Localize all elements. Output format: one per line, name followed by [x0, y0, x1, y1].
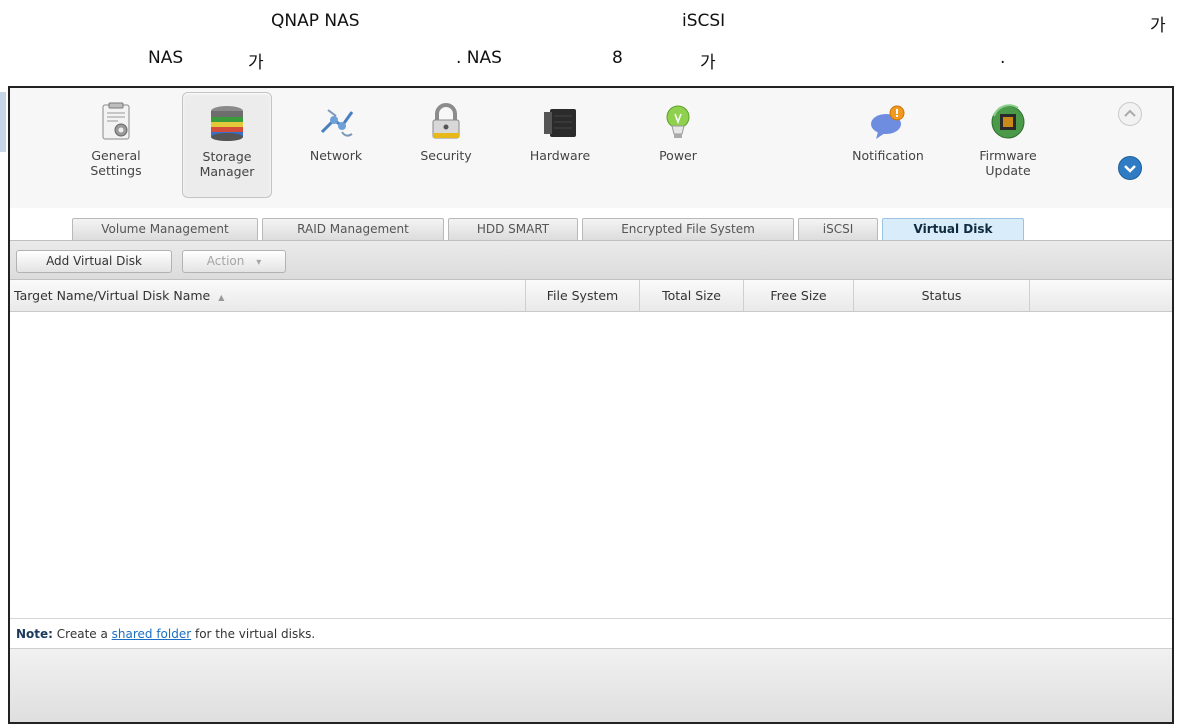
caption-line2-c: . NAS: [456, 48, 502, 68]
chevron-down-icon: [1124, 165, 1136, 173]
scroll-up-button[interactable]: [1118, 102, 1142, 126]
caption-line1-c: 가: [1150, 16, 1166, 36]
notification-icon: [868, 102, 908, 142]
window-footer: [10, 648, 1172, 722]
network-icon: [316, 102, 356, 142]
nav-security[interactable]: Security: [402, 92, 490, 196]
nav-label-line1: Storage: [202, 149, 252, 164]
hardware-icon: [540, 102, 580, 142]
nav-label-line1: Power: [659, 148, 697, 163]
caption-line1-b: iSCSI: [682, 11, 726, 31]
tab-iscsi[interactable]: iSCSI: [798, 218, 878, 240]
nav-label-line1: Network: [309, 148, 363, 163]
nav-network[interactable]: Network: [292, 92, 380, 196]
column-label: Target Name/Virtual Disk Name: [14, 288, 211, 303]
note-prefix: Note:: [16, 627, 53, 641]
tab-virtual-disk[interactable]: Virtual Disk: [882, 218, 1024, 240]
nav-hardware[interactable]: Hardware: [516, 92, 604, 196]
nav-power[interactable]: Power: [634, 92, 722, 196]
virtual-disk-table-body: [10, 312, 1172, 618]
dropdown-arrow-icon: ▾: [256, 257, 262, 268]
caption-line2-b: 가: [248, 53, 264, 73]
column-free-size[interactable]: Free Size: [744, 280, 854, 311]
tab-volume-management[interactable]: Volume Management: [72, 218, 258, 240]
korean-caption: QNAP NAS iSCSI 가 NAS 가 . NAS 8 가 .: [0, 0, 1182, 86]
nav-notification[interactable]: Notification: [844, 92, 932, 196]
caption-line2-e: 가: [700, 53, 716, 73]
column-status[interactable]: Status: [854, 280, 1030, 311]
chevron-up-icon: [1124, 109, 1136, 117]
caption-line2-a: NAS: [148, 48, 184, 68]
column-target-name[interactable]: Target Name/Virtual Disk Name ▲: [10, 280, 526, 311]
note-text-before: Create a: [52, 627, 112, 641]
scroll-down-button[interactable]: [1118, 156, 1142, 180]
column-total-size[interactable]: Total Size: [640, 280, 744, 311]
storage-manager-window: General Settings Storage Manager Network…: [8, 86, 1174, 724]
firmware-chip-icon: [988, 102, 1028, 142]
nav-firmware-update[interactable]: Firmware Update: [964, 92, 1052, 196]
nav-label-line1: Security: [420, 148, 472, 163]
action-label: Action: [206, 254, 245, 268]
shared-folder-note: Note: Create a shared folder for the vir…: [10, 618, 1172, 648]
nav-general-settings[interactable]: General Settings: [72, 92, 160, 196]
action-toolbar: Add Virtual Disk Action ▾: [10, 240, 1172, 280]
caption-line2-f: .: [1000, 48, 1006, 68]
nav-label-line2: Settings: [90, 163, 142, 178]
control-panel-nav: General Settings Storage Manager Network…: [10, 88, 1172, 208]
add-virtual-disk-button[interactable]: Add Virtual Disk: [16, 250, 172, 273]
action-dropdown-button[interactable]: Action ▾: [182, 250, 286, 273]
power-bulb-icon: [658, 102, 698, 142]
window-edge-highlight: [0, 92, 6, 152]
nav-storage-manager[interactable]: Storage Manager: [182, 92, 272, 198]
nav-label-line1: Firmware: [979, 148, 1037, 163]
general-settings-icon: [96, 102, 136, 142]
sort-ascending-icon: ▲: [218, 293, 225, 302]
nav-label-line1: Hardware: [529, 148, 591, 163]
storage-tabs: Volume Management RAID Management HDD SM…: [10, 212, 1172, 240]
shared-folder-link[interactable]: shared folder: [112, 627, 192, 641]
lock-icon: [426, 102, 466, 142]
caption-line2-d: 8: [612, 48, 623, 68]
virtual-disk-table-header: Target Name/Virtual Disk Name ▲ File Sys…: [10, 280, 1172, 312]
tab-encrypted-file-system[interactable]: Encrypted File System: [582, 218, 794, 240]
note-text-after: for the virtual disks.: [191, 627, 316, 641]
column-file-system[interactable]: File System: [526, 280, 640, 311]
nav-label-line2: Manager: [199, 164, 255, 179]
storage-manager-icon: [207, 103, 247, 143]
caption-line1-a: QNAP NAS: [271, 11, 360, 31]
nav-label-line1: General: [91, 148, 141, 163]
tab-raid-management[interactable]: RAID Management: [262, 218, 444, 240]
tab-hdd-smart[interactable]: HDD SMART: [448, 218, 578, 240]
nav-label-line1: Notification: [852, 148, 924, 163]
nav-label-line2: Update: [985, 163, 1031, 178]
